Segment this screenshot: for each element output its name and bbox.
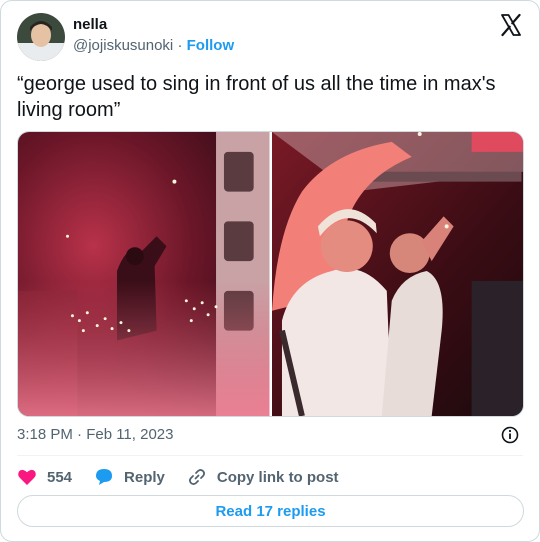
- info-icon[interactable]: [501, 426, 519, 444]
- like-count: 554: [47, 468, 73, 486]
- media-grid: [17, 131, 524, 417]
- action-bar: 554 Reply Copy link to post: [17, 463, 361, 491]
- reply-label: Reply: [124, 468, 165, 486]
- x-logo-icon[interactable]: [499, 13, 523, 37]
- like-button[interactable]: 554: [17, 467, 72, 487]
- divider: [17, 455, 523, 456]
- photo-concert-stage[interactable]: [18, 132, 270, 416]
- author-handle[interactable]: @jojiskusunoki: [73, 37, 173, 54]
- copy-link-button[interactable]: Copy link to post: [187, 467, 339, 487]
- speech-bubble-icon: [96, 469, 113, 485]
- follow-button[interactable]: Follow: [187, 37, 235, 54]
- author-name[interactable]: nella: [73, 16, 107, 33]
- tweet-text: “george used to sing in front of us all …: [17, 73, 496, 121]
- handle-row: @jojiskusunoki · Follow: [73, 37, 234, 54]
- timestamp[interactable]: 3:18 PM · Feb 11, 2023: [17, 426, 173, 443]
- heart-icon: [18, 469, 36, 485]
- link-icon: [188, 469, 205, 485]
- reply-button[interactable]: Reply: [94, 467, 165, 487]
- separator: ·: [177, 37, 183, 54]
- read-replies-button[interactable]: Read 17 replies: [17, 495, 524, 527]
- photo-crowd-fans[interactable]: [271, 132, 523, 416]
- avatar[interactable]: [17, 13, 65, 61]
- copy-link-label: Copy link to post: [216, 468, 339, 486]
- tweet-card: nella @jojiskusunoki · Follow “george us…: [0, 0, 540, 542]
